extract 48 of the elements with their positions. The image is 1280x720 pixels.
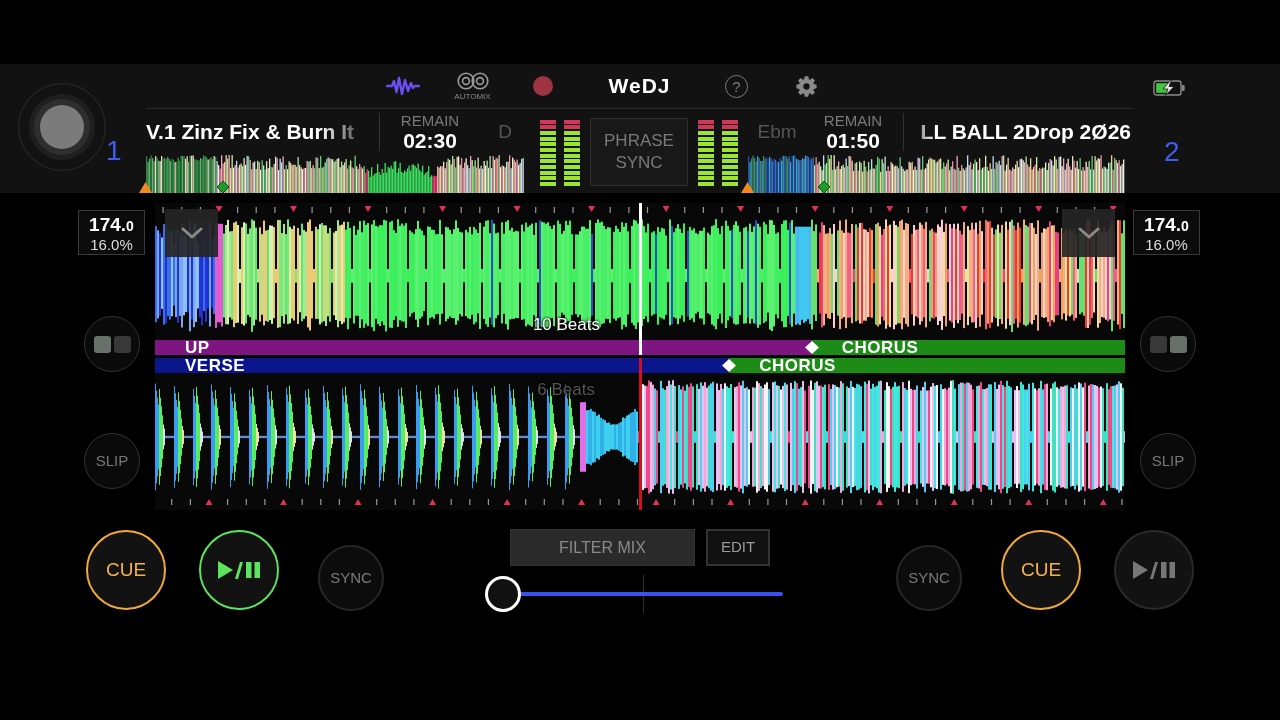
tempo-readout: 16.0% [90,236,133,253]
musical-key: Ebm [757,117,797,147]
filter-mix-button[interactable]: FILTER MIX [510,529,695,566]
musical-key: D [498,117,512,147]
battery-charging-icon [1153,80,1185,96]
settings-icon[interactable] [796,75,817,97]
dropdown-button[interactable] [165,209,218,257]
diamond-marker-icon [818,181,830,193]
tempo-readout: 16.0% [1145,236,1188,253]
deck-number: 2 [1164,138,1180,166]
chevron-down-icon [1077,227,1100,239]
phrase-sync-button[interactable]: PHRASE SYNC [590,118,688,186]
jog-wheel[interactable] [18,83,106,171]
double-ring-icon [456,71,489,90]
phrase-label: VERSE [185,358,246,373]
sync-button[interactable]: SYNC [318,545,384,611]
play-pause-icon [1132,560,1176,580]
chevron-down-icon [180,227,203,239]
dropdown-button[interactable] [1062,209,1115,257]
automix-button[interactable]: AUTOMIX [454,71,491,101]
remain-label: REMAIN [823,112,883,129]
remain-label: REMAIN [400,112,460,129]
cue-button[interactable]: CUE [1001,530,1081,610]
diamond-marker-icon [217,181,229,193]
phrase-label: CHORUS [841,340,919,355]
deck-number: 1 [106,137,122,165]
edit-button[interactable]: EDIT [706,529,770,566]
triangle-marker-icon [741,182,754,193]
deck-mode-button[interactable] [1140,316,1196,372]
waveform-icon[interactable] [385,76,420,96]
crossfader-thumb[interactable] [485,576,521,612]
sync-button[interactable]: SYNC [896,545,962,611]
record-icon[interactable] [532,76,553,96]
bpm-readout: 174.0 [1144,215,1189,236]
track-title: LL BALL 2Drop 2Ø26 [920,120,1131,144]
remaining-time: 02:30 [403,129,457,152]
slip-button[interactable]: SLIP [84,433,140,489]
play-pause-icon [217,560,261,580]
deck-mode-button[interactable] [84,316,140,372]
track-title: V.1 Zinz Fix & Burn It [146,120,355,144]
phrase-label: CHORUS [759,358,836,373]
remaining-time: 01:50 [826,129,880,152]
triangle-marker-icon [139,182,152,193]
cue-button[interactable]: CUE [86,530,166,610]
bpm-readout: 174.0 [89,215,134,236]
phrase-label: UP [185,340,210,355]
slip-button[interactable]: SLIP [1140,433,1196,489]
app-logo: WeDJ [608,73,671,100]
